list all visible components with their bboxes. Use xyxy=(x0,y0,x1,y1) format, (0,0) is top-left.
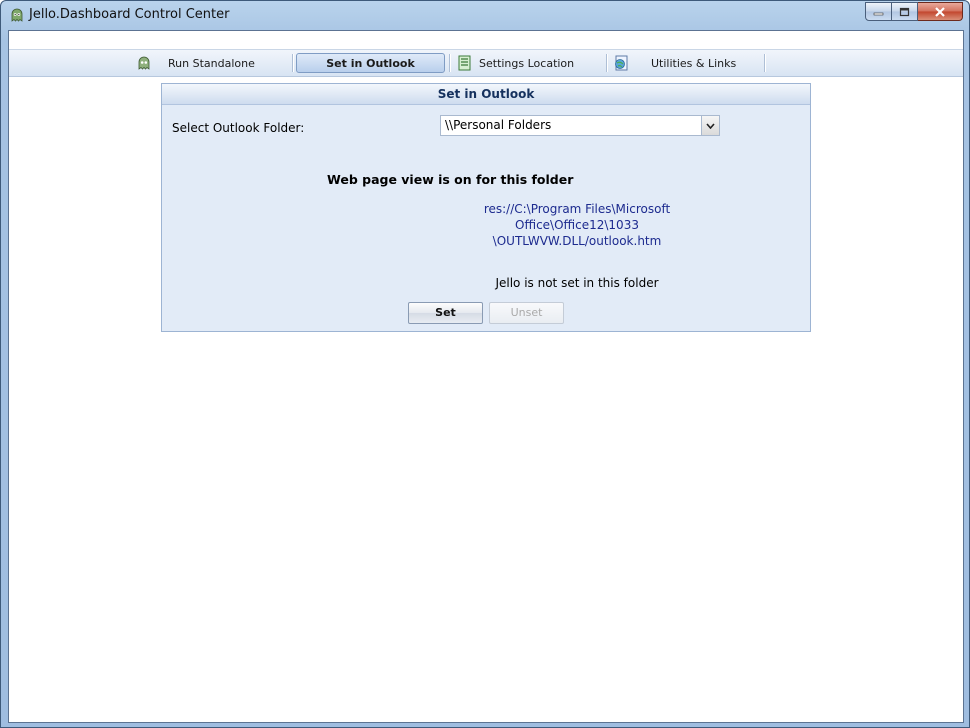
folder-label: Select Outlook Folder: xyxy=(172,121,305,135)
toolbar: Run Standalone Set in Outlook Settings L… xyxy=(9,50,963,77)
tab-label: Run Standalone xyxy=(168,56,255,70)
jello-status-text: Jello is not set in this folder xyxy=(495,276,659,290)
maximize-button[interactable] xyxy=(892,2,918,21)
path-line: res://C:\Program Files\Microsoft xyxy=(483,202,671,216)
web-view-status-heading: Web page view is on for this folder xyxy=(327,172,574,187)
outlook-folder-select[interactable]: \\Personal Folders xyxy=(440,115,720,136)
divider xyxy=(449,54,451,72)
divider xyxy=(292,54,294,72)
folder-value: \\Personal Folders xyxy=(445,118,552,132)
divider xyxy=(764,54,766,72)
tab-label: Utilities & Links xyxy=(651,56,737,70)
set-in-outlook-panel: Set in Outlook Select Outlook Folder: \\… xyxy=(161,83,811,332)
close-icon xyxy=(935,6,945,17)
list-icon xyxy=(458,55,471,71)
path-line: \OUTLWVW.DLL/outlook.htm xyxy=(492,234,662,248)
globe-page-icon xyxy=(615,55,628,71)
dropdown-button[interactable] xyxy=(701,116,719,135)
tab-utilities-links[interactable]: Utilities & Links xyxy=(613,53,736,73)
top-strip xyxy=(9,31,963,50)
jello-app-icon xyxy=(11,8,23,22)
app-window: Jello.Dashboard Control Center Run Stand… xyxy=(0,0,970,728)
tab-run-standalone[interactable]: Run Standalone xyxy=(136,53,255,73)
title-bar[interactable]: Jello.Dashboard Control Center xyxy=(1,1,969,29)
minimize-button[interactable] xyxy=(865,2,892,21)
chevron-down-icon xyxy=(706,122,715,129)
panel-header: Set in Outlook xyxy=(162,84,810,105)
tab-settings-location[interactable]: Settings Location xyxy=(457,53,574,73)
close-button[interactable] xyxy=(918,2,963,21)
tab-label: Set in Outlook xyxy=(326,56,415,70)
unset-button: Unset xyxy=(489,302,564,324)
set-button[interactable]: Set xyxy=(408,302,483,324)
restore-icon xyxy=(899,7,910,16)
minimize-icon xyxy=(873,12,884,15)
tab-label: Settings Location xyxy=(479,56,575,70)
ghost-icon xyxy=(138,56,150,70)
client-area: Run Standalone Set in Outlook Settings L… xyxy=(8,30,964,723)
window-title: Jello.Dashboard Control Center xyxy=(29,7,230,22)
tab-set-in-outlook[interactable]: Set in Outlook xyxy=(296,53,445,73)
path-line: Office\Office12\1033 xyxy=(515,218,639,232)
divider xyxy=(606,54,608,72)
